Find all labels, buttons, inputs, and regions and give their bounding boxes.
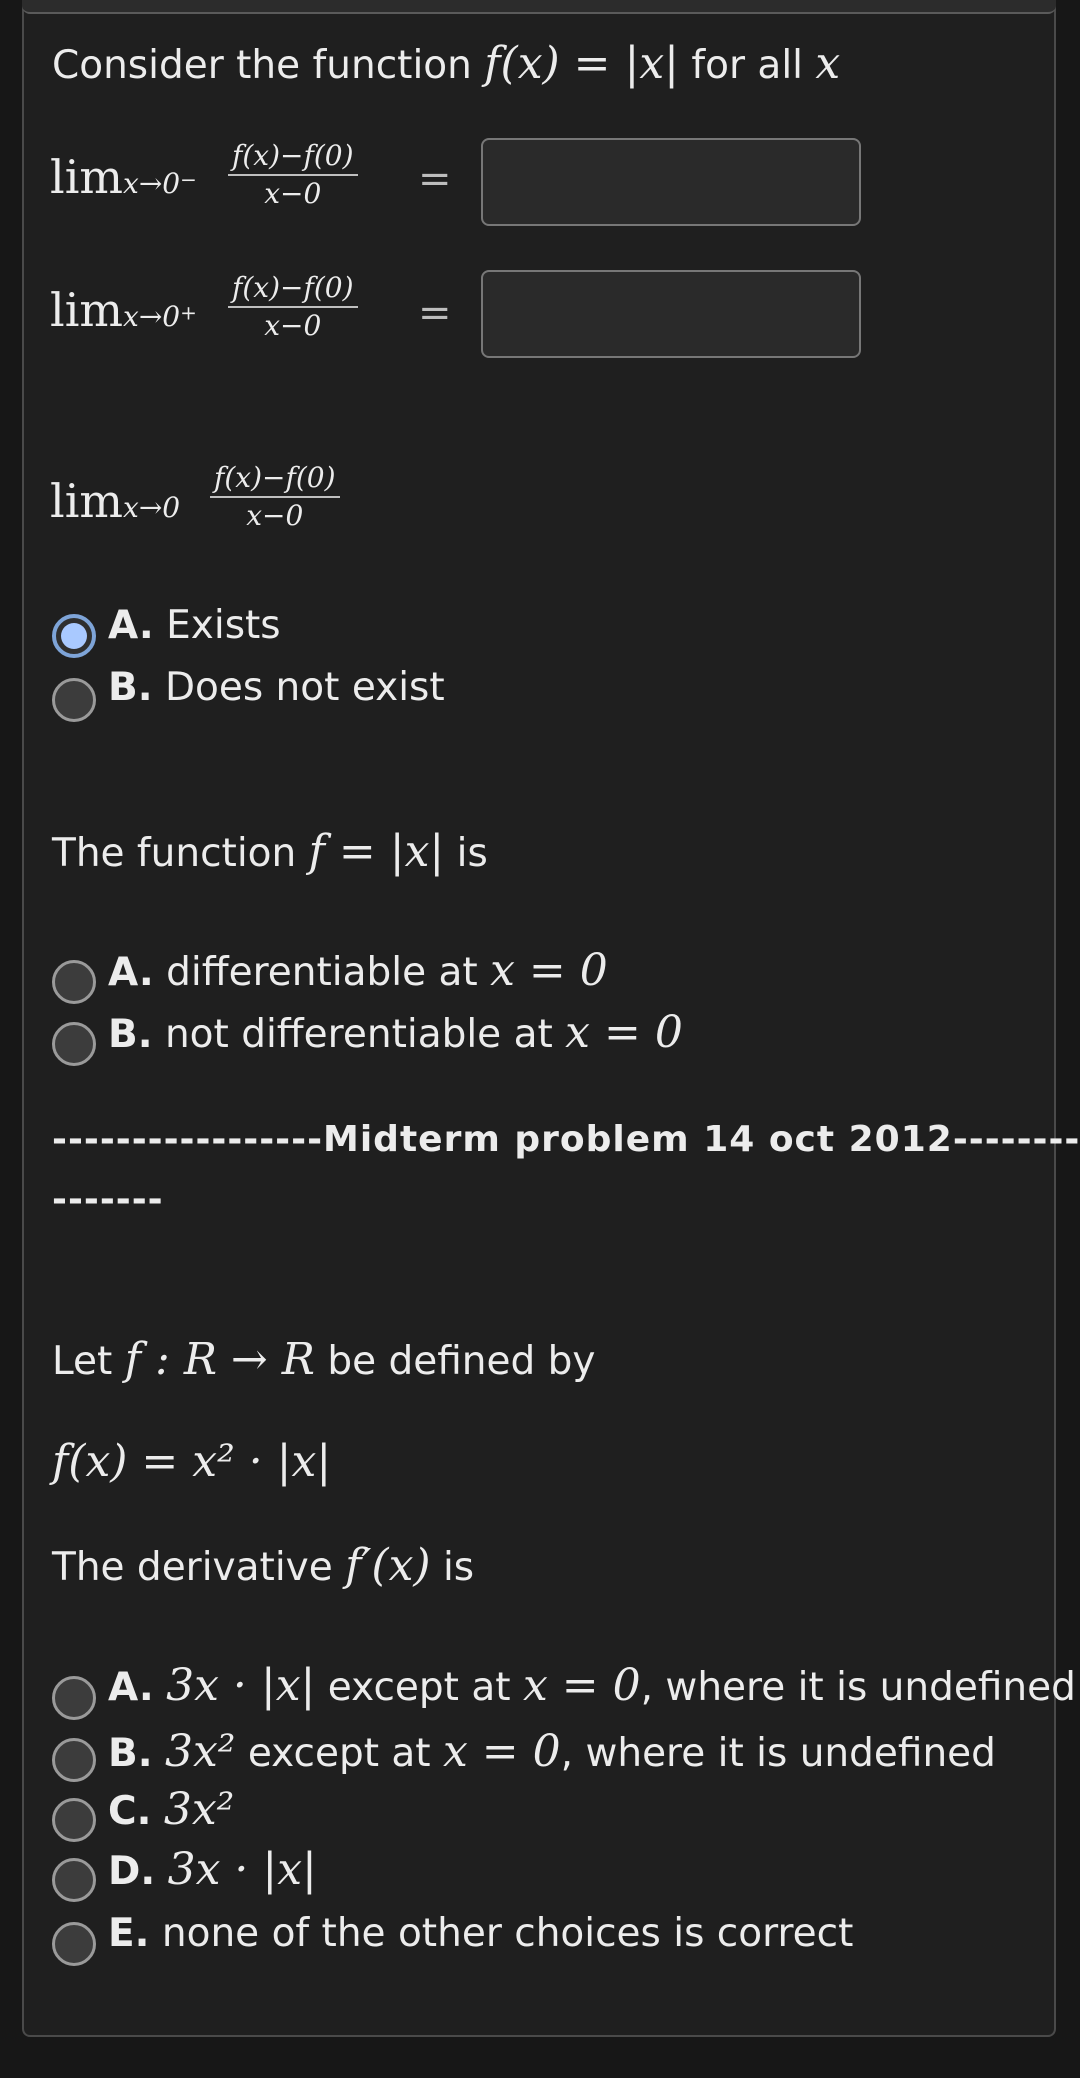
q3-option-e-radio[interactable]	[52, 1922, 96, 1966]
lim-subscript: x→0	[123, 167, 181, 200]
option-math: x = 0	[490, 945, 608, 996]
q3-let-suffix: be defined by	[327, 1339, 596, 1384]
option-math: 3x · |x|	[167, 1844, 317, 1895]
fraction-numerator: f(x)−f(0)	[228, 138, 358, 176]
option-text: not differentiable at	[164, 1012, 553, 1057]
option-text: Exists	[166, 603, 281, 648]
section-divider-line2: -------	[52, 1179, 164, 1220]
q3-derivative-prompt: The derivative f′(x) is	[52, 1542, 474, 1592]
q3-let: Let f : R → R be defined by	[52, 1336, 596, 1386]
q2-prefix: The function	[52, 831, 297, 876]
q3-definition: f(x) = x² · |x|	[52, 1436, 332, 1487]
option-math: 3x²	[163, 1784, 235, 1835]
option-letter: B.	[108, 1731, 153, 1776]
q3-option-c-label[interactable]: C. 3x²	[108, 1786, 234, 1836]
q3-option-a-label[interactable]: A. 3x · |x| except at x = 0, where it is…	[108, 1662, 1076, 1712]
option-letter: E.	[108, 1911, 150, 1956]
q2-option-b-radio[interactable]	[52, 1022, 96, 1066]
limit-left: limx→0−	[50, 150, 197, 204]
q1-intro-math: f(x) = |x|	[484, 38, 679, 89]
option-letter: A.	[108, 1665, 154, 1710]
option-text: except at	[327, 1665, 511, 1710]
option-math: 3x²	[164, 1726, 236, 1777]
q2-math: f = |x|	[308, 826, 445, 877]
q2-option-b-label[interactable]: B. not differentiable at x = 0	[108, 1009, 683, 1059]
q3-option-d-radio[interactable]	[52, 1858, 96, 1902]
limit-left-fraction: f(x)−f(0) x−0	[228, 138, 358, 212]
q1-intro-suffix: for all	[691, 43, 803, 88]
option-math-2: x = 0	[443, 1726, 561, 1777]
q1-intro: Consider the function f(x) = |x| for all…	[52, 40, 840, 90]
q3-option-b-label[interactable]: B. 3x² except at x = 0, where it is unde…	[108, 1728, 996, 1778]
q3-deriv-prefix: The derivative	[52, 1545, 333, 1590]
q1-option-a-radio[interactable]	[52, 614, 96, 658]
q2-option-a-radio[interactable]	[52, 960, 96, 1004]
q1-intro-text: Consider the function	[52, 43, 472, 88]
q3-let-text: Let	[52, 1339, 113, 1384]
limit-two-sided-fraction: f(x)−f(0) x−0	[210, 460, 340, 534]
q3-option-a-radio[interactable]	[52, 1676, 96, 1720]
option-text: differentiable at	[166, 950, 478, 995]
option-letter: A.	[108, 950, 154, 995]
right-limit-answer-input[interactable]	[481, 270, 861, 358]
fraction-denominator: x−0	[264, 309, 322, 342]
q2-suffix: is	[456, 831, 488, 876]
q3-option-c-radio[interactable]	[52, 1798, 96, 1842]
lim-subscript: x→0	[123, 300, 181, 333]
equals-sign: =	[418, 290, 452, 336]
fraction-denominator: x−0	[246, 499, 304, 532]
fraction-denominator: x−0	[264, 177, 322, 210]
q1-option-b-radio[interactable]	[52, 678, 96, 722]
option-math: 3x · |x|	[166, 1660, 316, 1711]
option-letter: C.	[108, 1789, 152, 1834]
option-text-2: , where it is undefined	[640, 1665, 1076, 1710]
q3-option-e-label[interactable]: E. none of the other choices is correct	[108, 1910, 853, 1958]
q3-deriv-suffix: is	[442, 1545, 475, 1590]
option-text-2: , where it is undefined	[560, 1731, 996, 1776]
equals-sign: =	[418, 156, 452, 202]
limit-right: limx→0+	[50, 283, 197, 337]
option-text: except at	[247, 1731, 431, 1776]
q3-option-b-radio[interactable]	[52, 1738, 96, 1782]
option-text: Does not exist	[164, 665, 445, 710]
left-limit-answer-input[interactable]	[481, 138, 861, 226]
lim-superscript: +	[180, 300, 197, 325]
limit-right-fraction: f(x)−f(0) x−0	[228, 270, 358, 344]
lim-label: lim	[50, 474, 124, 528]
fraction-numerator: f(x)−f(0)	[210, 460, 340, 498]
q1-option-b-label[interactable]: B. Does not exist	[108, 664, 445, 712]
option-text: none of the other choices is correct	[161, 1911, 854, 1956]
section-divider-line1: -----------------Midterm problem 14 oct …	[52, 1119, 1080, 1160]
lim-label: lim	[50, 150, 124, 204]
option-letter: B.	[108, 1012, 153, 1057]
option-letter: A.	[108, 603, 154, 648]
option-math-2: x = 0	[522, 1660, 641, 1711]
fraction-numerator: f(x)−f(0)	[228, 270, 358, 308]
option-letter: D.	[108, 1849, 156, 1894]
limit-two-sided: limx→0	[50, 474, 180, 528]
q3-option-d-label[interactable]: D. 3x · |x|	[108, 1846, 317, 1896]
q1-option-a-label[interactable]: A. Exists	[108, 602, 281, 650]
panel-top-edge	[22, 0, 1056, 14]
q3-deriv-math: f′(x)	[345, 1540, 431, 1591]
lim-superscript: −	[180, 167, 197, 192]
q1-intro-var: x	[815, 38, 841, 89]
lim-label: lim	[50, 283, 124, 337]
q2-prompt: The function f = |x| is	[52, 828, 488, 878]
lim-subscript: x→0	[123, 491, 181, 524]
option-math: x = 0	[565, 1007, 683, 1058]
q2-option-a-label[interactable]: A. differentiable at x = 0	[108, 947, 608, 997]
option-letter: B.	[108, 665, 153, 710]
q3-let-math: f : R → R	[124, 1334, 315, 1385]
